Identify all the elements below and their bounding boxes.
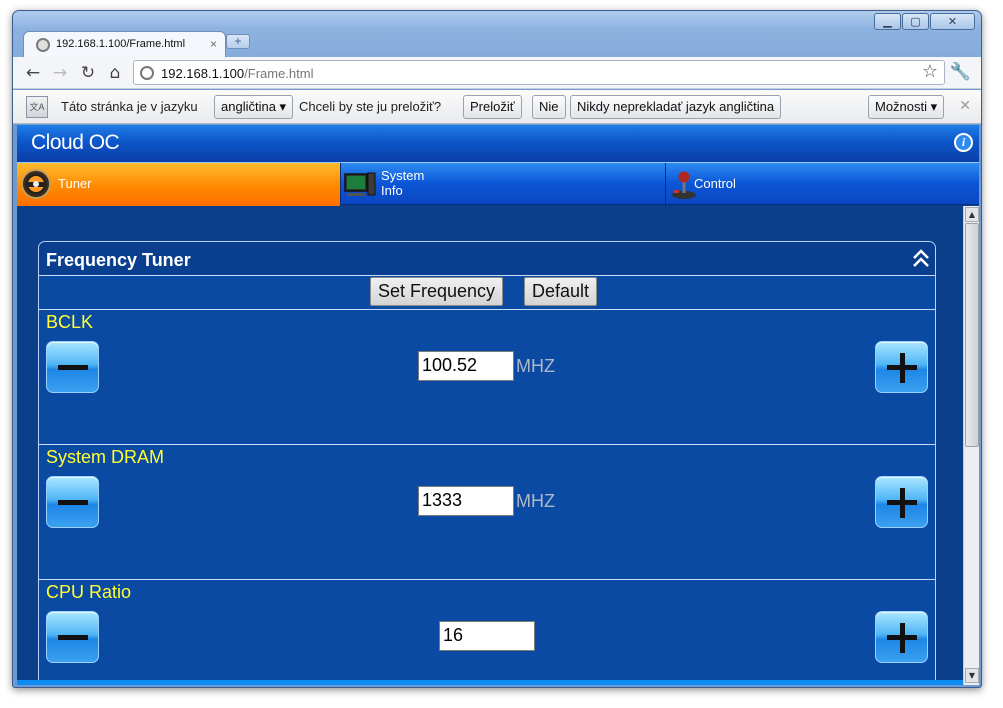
tab-system-info[interactable]: System Info [341, 163, 666, 206]
window-controls: ▁ ▢ ✕ [874, 13, 975, 30]
translate-infobar: 文A Táto stránka je v jazyku angličtina ▾… [13, 90, 981, 124]
minus-icon [58, 365, 88, 370]
cpu-ratio-row: CPU Ratio 16 [39, 580, 935, 685]
panel-header: Frequency Tuner [39, 242, 935, 275]
app-logo: Cloud OC [31, 131, 120, 154]
bclk-label: BCLK [46, 312, 94, 332]
title-bar: ▁ ▢ ✕ 192.168.1.100/Frame.html × + [13, 11, 981, 58]
dram-unit: MHZ [516, 491, 555, 511]
content-area: Frequency Tuner Set Frequency Default BC… [17, 206, 963, 685]
reload-icon[interactable]: ↻ [78, 63, 98, 83]
info-icon[interactable]: i [954, 133, 973, 152]
no-button[interactable]: Nie [532, 95, 566, 119]
forward-arrow-icon[interactable]: → [50, 63, 70, 83]
tab-control-label: Control [694, 176, 736, 191]
language-select[interactable]: angličtina ▾ [214, 95, 294, 119]
new-tab-button[interactable]: + [226, 34, 250, 49]
steering-wheel-icon [21, 169, 51, 199]
options-button[interactable]: Možnosti ▾ [868, 95, 945, 119]
wrench-icon[interactable]: 🔧 [950, 62, 971, 82]
minimize-button[interactable]: ▁ [874, 13, 901, 30]
tab-close-icon[interactable]: × [210, 37, 217, 51]
computer-icon [344, 172, 376, 196]
cpu-ratio-value-input[interactable]: 16 [439, 621, 535, 651]
main-nav: Tuner System Info Control [17, 162, 979, 206]
scrollbar-thumb[interactable] [965, 223, 979, 447]
never-translate-button[interactable]: Nikdy neprekladať jazyk angličtina [570, 95, 782, 119]
page-scrollbar[interactable]: ▲ ▼ [963, 206, 979, 685]
plus-icon-vertical [899, 353, 905, 383]
tab-tuner-label: Tuner [58, 176, 92, 191]
default-button[interactable]: Default [524, 277, 598, 306]
infobar-close-icon[interactable]: ✕ [959, 98, 971, 114]
address-bar[interactable]: 192.168.1.100/Frame.html ☆ [133, 60, 945, 85]
system-dram-label: System DRAM [46, 447, 165, 467]
bclk-row: BCLK 100.52 MHZ [39, 310, 935, 445]
cpu-ratio-label: CPU Ratio [46, 582, 132, 602]
browser-window: ▁ ▢ ✕ 192.168.1.100/Frame.html × + ← → ↻… [12, 10, 982, 688]
panel-title: Frequency Tuner [46, 250, 191, 270]
browser-tab[interactable]: 192.168.1.100/Frame.html × [23, 31, 226, 58]
browser-toolbar: ← → ↻ ⌂ 192.168.1.100/Frame.html ☆ 🔧 [13, 57, 981, 89]
tab-system-info-line1: System [381, 168, 425, 183]
plus-icon-vertical [899, 488, 905, 518]
tab-system-info-line2: Info [381, 183, 403, 198]
bclk-unit: MHZ [516, 356, 555, 376]
maximize-button[interactable]: ▢ [902, 13, 929, 30]
scroll-down-arrow-icon[interactable]: ▼ [965, 668, 979, 683]
tab-system-info-label: System Info [381, 168, 424, 198]
close-window-button[interactable]: ✕ [930, 13, 975, 30]
bookmark-star-icon[interactable]: ☆ [922, 61, 938, 82]
cpu-ratio-increase-button[interactable] [875, 611, 928, 663]
frequency-tuner-panel: Frequency Tuner Set Frequency Default BC… [38, 241, 936, 685]
back-arrow-icon[interactable]: ← [23, 63, 43, 83]
bclk-decrease-button[interactable] [46, 341, 99, 393]
url-host: 192.168.1.100 [161, 66, 245, 81]
dram-decrease-button[interactable] [46, 476, 99, 528]
globe-icon [140, 66, 154, 80]
url-path: /Frame.html [244, 66, 314, 81]
bclk-increase-button[interactable] [875, 341, 928, 393]
translate-prefix-text: Táto stránka je v jazyku [61, 99, 198, 114]
dram-increase-button[interactable] [875, 476, 928, 528]
bclk-value-input[interactable]: 100.52 [418, 351, 514, 381]
globe-icon [36, 38, 50, 52]
web-page: Cloud OC i Tuner System Info Control Fre… [17, 125, 979, 685]
minus-icon [58, 500, 88, 505]
action-button-row: Set Frequency Default [39, 275, 935, 310]
tab-title: 192.168.1.100/Frame.html [56, 38, 186, 50]
translate-icon: 文A [26, 96, 48, 118]
translate-question-text: Chceli by ste ju preložiť? [299, 99, 442, 114]
home-icon[interactable]: ⌂ [105, 63, 125, 83]
tab-control[interactable]: Control [666, 163, 979, 206]
tab-tuner[interactable]: Tuner [17, 163, 341, 206]
system-dram-row: System DRAM 1333 MHZ [39, 445, 935, 580]
dram-value-input[interactable]: 1333 [418, 486, 514, 516]
minus-icon [58, 635, 88, 640]
collapse-icon[interactable] [911, 248, 931, 268]
translate-button[interactable]: Preložiť [463, 95, 522, 119]
cpu-ratio-decrease-button[interactable] [46, 611, 99, 663]
set-frequency-button[interactable]: Set Frequency [370, 277, 504, 306]
app-header: Cloud OC i [17, 125, 979, 162]
bottom-strip [17, 680, 963, 685]
plus-icon-vertical [899, 623, 905, 653]
scroll-up-arrow-icon[interactable]: ▲ [965, 207, 979, 222]
url-text: 192.168.1.100/Frame.html [161, 66, 313, 81]
